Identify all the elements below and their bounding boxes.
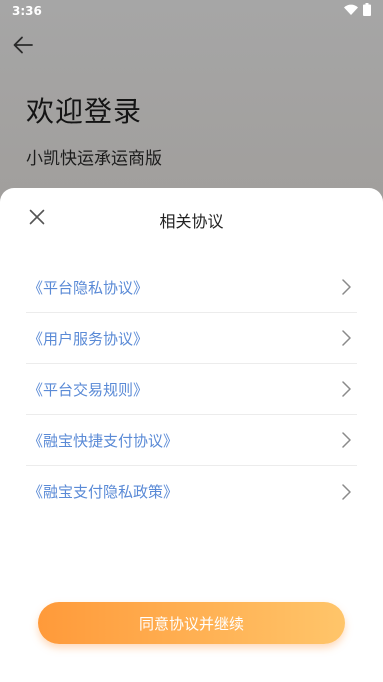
- agreement-item-platform-privacy[interactable]: 《平台隐私协议》: [26, 262, 357, 313]
- chevron-right-icon: [339, 483, 353, 501]
- welcome-title: 欢迎登录: [26, 95, 143, 128]
- agreement-label: 《用户服务协议》: [28, 329, 149, 348]
- battery-icon: [363, 3, 371, 19]
- sheet-title: 相关协议: [159, 212, 224, 231]
- arrow-left-icon: [13, 36, 33, 58]
- status-bar: 3:36: [0, 0, 383, 22]
- agreements-sheet: 相关协议 《平台隐私协议》 《用户服务协议》 《平台交易规则》 《融宝快捷支付协…: [0, 188, 383, 682]
- sheet-header: 相关协议: [0, 188, 383, 252]
- chevron-right-icon: [339, 380, 353, 398]
- close-button[interactable]: [24, 206, 50, 232]
- agreement-item-trading-rules[interactable]: 《平台交易规则》: [26, 364, 357, 415]
- agreement-item-pay-privacy[interactable]: 《融宝支付隐私政策》: [26, 466, 357, 517]
- welcome-subtitle: 小凯快运承运商版: [26, 149, 162, 169]
- agreement-list: 《平台隐私协议》 《用户服务协议》 《平台交易规则》 《融宝快捷支付协议》 《融…: [26, 262, 357, 517]
- agreement-item-user-service[interactable]: 《用户服务协议》: [26, 313, 357, 364]
- wifi-icon: [344, 4, 358, 19]
- agreement-item-quick-pay[interactable]: 《融宝快捷支付协议》: [26, 415, 357, 466]
- back-button[interactable]: [10, 34, 36, 60]
- chevron-right-icon: [339, 329, 353, 347]
- status-time: 3:36: [12, 4, 42, 18]
- agreement-label: 《平台隐私协议》: [28, 278, 149, 297]
- chevron-right-icon: [339, 278, 353, 296]
- login-screen: 3:36 欢迎登录 小凯快运承运商版 相关协议 《平台隐私协议》 《用户服务协议…: [0, 0, 383, 682]
- close-icon: [29, 209, 45, 229]
- status-icons: [344, 3, 371, 19]
- chevron-right-icon: [339, 431, 353, 449]
- agreement-label: 《平台交易规则》: [28, 380, 149, 399]
- agree-continue-button[interactable]: 同意协议并继续: [38, 602, 345, 644]
- agreement-label: 《融宝快捷支付协议》: [28, 431, 179, 450]
- agreement-label: 《融宝支付隐私政策》: [28, 483, 179, 501]
